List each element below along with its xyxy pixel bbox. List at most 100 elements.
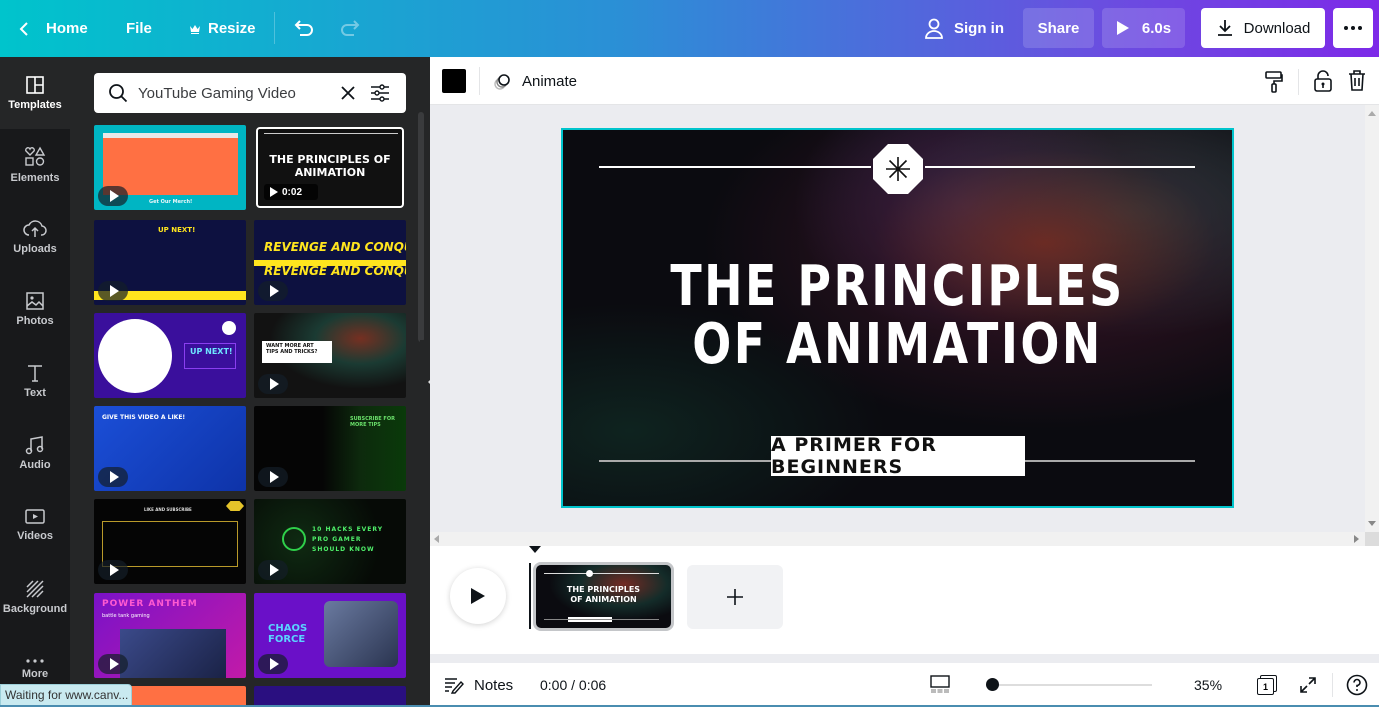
fullscreen-icon[interactable]	[1298, 675, 1318, 695]
redo-button[interactable]	[338, 0, 362, 57]
template-title: LIKE AND SUBSCRIBE	[144, 507, 192, 512]
scroll-down-arrow[interactable]	[1368, 521, 1376, 526]
animate-label: Animate	[522, 72, 578, 90]
file-menu[interactable]: File	[126, 0, 152, 57]
rail-item-elements[interactable]: Elements	[0, 129, 70, 201]
sign-in-button[interactable]: Sign in	[924, 0, 1004, 57]
trash-icon[interactable]	[1347, 69, 1367, 93]
page-count-button[interactable]: 1	[1257, 675, 1277, 695]
play-icon	[98, 467, 128, 487]
chevron-left-icon	[19, 21, 28, 36]
template-thumbnail[interactable]: SUBSCRIBE FOR MORE TIPS	[254, 406, 406, 491]
playhead-line[interactable]	[529, 563, 531, 629]
more-options-button[interactable]	[1333, 8, 1373, 48]
play-icon	[98, 654, 128, 674]
template-thumbnail[interactable]: GIVE THIS VIDEO A LIKE!	[94, 406, 246, 491]
rail-label: Photos	[16, 315, 54, 327]
top-bar: Home File Resize Sign in Share 6.0s Down…	[0, 0, 1379, 57]
zoom-slider-track[interactable]	[992, 684, 1152, 686]
design-slide[interactable]: THE PRINCIPLES OF ANIMATION A PRIMER FOR…	[561, 128, 1234, 508]
rail-label: More	[21, 668, 49, 680]
filter-icon[interactable]	[370, 84, 390, 102]
copy-style-icon[interactable]	[1264, 70, 1284, 94]
help-icon[interactable]	[1346, 674, 1368, 696]
rail-label: Templates	[8, 99, 62, 111]
slide-title-line-1[interactable]: THE PRINCIPLES	[623, 254, 1172, 319]
thumb-title-line-1: THE PRINCIPLES	[566, 585, 641, 594]
template-title: UP NEXT!	[190, 347, 233, 356]
horizontal-scrollbar[interactable]	[430, 532, 1365, 546]
template-thumbnail[interactable]: 10 HACKS EVERY PRO GAMER SHOULD KNOW	[254, 499, 406, 584]
thumb-title-line-2: OF ANIMATION	[570, 595, 637, 604]
timeline-page-thumbnail[interactable]: THE PRINCIPLES OF ANIMATION	[533, 562, 674, 631]
zoom-level[interactable]: 35%	[1194, 677, 1222, 693]
rail-item-background[interactable]: Background	[0, 561, 70, 633]
color-swatch[interactable]	[442, 69, 466, 93]
decor-line	[599, 460, 773, 462]
zoom-slider-thumb[interactable]	[986, 678, 999, 691]
grid-view-icon[interactable]	[930, 675, 950, 695]
resize-button[interactable]: Resize	[189, 0, 256, 57]
search-box	[94, 73, 406, 113]
scrollbar-corner	[1365, 532, 1379, 546]
sign-in-label: Sign in	[954, 20, 1004, 37]
unlock-icon[interactable]	[1313, 69, 1333, 93]
share-button[interactable]: Share	[1023, 8, 1094, 48]
rail-item-uploads[interactable]: Uploads	[0, 201, 70, 273]
thumb-title: THE PRINCIPLES OF ANIMATION	[536, 585, 671, 605]
play-preview-button[interactable]: 6.0s	[1102, 8, 1185, 48]
template-thumbnail[interactable]: CHAOS FORCE	[254, 593, 406, 678]
animate-button[interactable]: Animate	[493, 57, 577, 105]
decor-line	[599, 166, 871, 168]
notes-icon	[445, 678, 464, 694]
play-icon	[270, 187, 278, 197]
scroll-up-arrow[interactable]	[1368, 111, 1376, 116]
scroll-left-arrow[interactable]	[434, 535, 439, 543]
slide-subtitle[interactable]: A PRIMER FOR BEGINNERS	[771, 434, 1025, 478]
scroll-right-arrow[interactable]	[1354, 535, 1359, 543]
duration-label: 6.0s	[1141, 19, 1172, 37]
template-thumbnail[interactable]: POWER ANTHEM battle tank gaming	[94, 593, 246, 678]
template-title: WANT MORE ART TIPS AND TRICKS?	[266, 343, 318, 355]
videos-icon	[25, 509, 45, 524]
notes-label: Notes	[474, 676, 514, 694]
template-thumbnail[interactable]: UP NEXT!	[94, 220, 246, 305]
download-button[interactable]: Download	[1201, 8, 1325, 48]
search-input[interactable]	[138, 84, 328, 102]
template-thumbnail[interactable]	[254, 686, 406, 707]
home-button[interactable]: Home	[18, 0, 88, 57]
template-thumbnail[interactable]: UP NEXT!	[94, 313, 246, 398]
play-icon	[471, 588, 485, 604]
panel-scrollbar[interactable]	[418, 112, 424, 342]
timeline-play-button[interactable]	[450, 568, 506, 624]
template-thumbnail[interactable]: Get Our Merch!	[94, 125, 246, 210]
undo-icon	[294, 19, 313, 36]
slide-title-line-2[interactable]: OF ANIMATION	[623, 312, 1172, 377]
play-icon	[258, 281, 288, 301]
template-thumbnail[interactable]: WANT MORE ART TIPS AND TRICKS?	[254, 313, 406, 398]
vertical-scrollbar[interactable]	[1365, 105, 1379, 532]
rail-item-templates[interactable]: Templates	[0, 57, 70, 129]
notes-button[interactable]: Notes	[444, 663, 513, 707]
divider	[1298, 69, 1299, 95]
play-icon	[98, 281, 128, 301]
decor-line	[925, 166, 1195, 168]
template-thumbnail[interactable]: LIKE AND SUBSCRIBE	[94, 499, 246, 584]
text-icon	[28, 365, 42, 382]
elements-icon	[25, 146, 46, 166]
template-thumbnail-selected[interactable]: THE PRINCIPLES OF ANIMATION 0:02	[256, 127, 404, 208]
template-title: GIVE THIS VIDEO A LIKE!	[102, 414, 186, 421]
rail-item-photos[interactable]: Photos	[0, 273, 70, 345]
template-title: UP NEXT!	[158, 226, 196, 234]
rail-item-videos[interactable]: Videos	[0, 489, 70, 561]
template-thumbnail[interactable]: REVENGE AND CONQUER REVENGE AND CONQUER	[254, 220, 406, 305]
undo-button[interactable]	[292, 0, 316, 57]
add-page-button[interactable]	[687, 565, 783, 629]
rail-item-audio[interactable]: Audio	[0, 417, 70, 489]
rail-label: Audio	[19, 459, 51, 471]
clear-search-icon[interactable]	[340, 85, 356, 101]
playhead-marker[interactable]	[529, 546, 541, 553]
template-title: REVENGE AND CONQUER	[264, 240, 406, 254]
plus-icon	[727, 589, 743, 605]
rail-item-text[interactable]: Text	[0, 345, 70, 417]
